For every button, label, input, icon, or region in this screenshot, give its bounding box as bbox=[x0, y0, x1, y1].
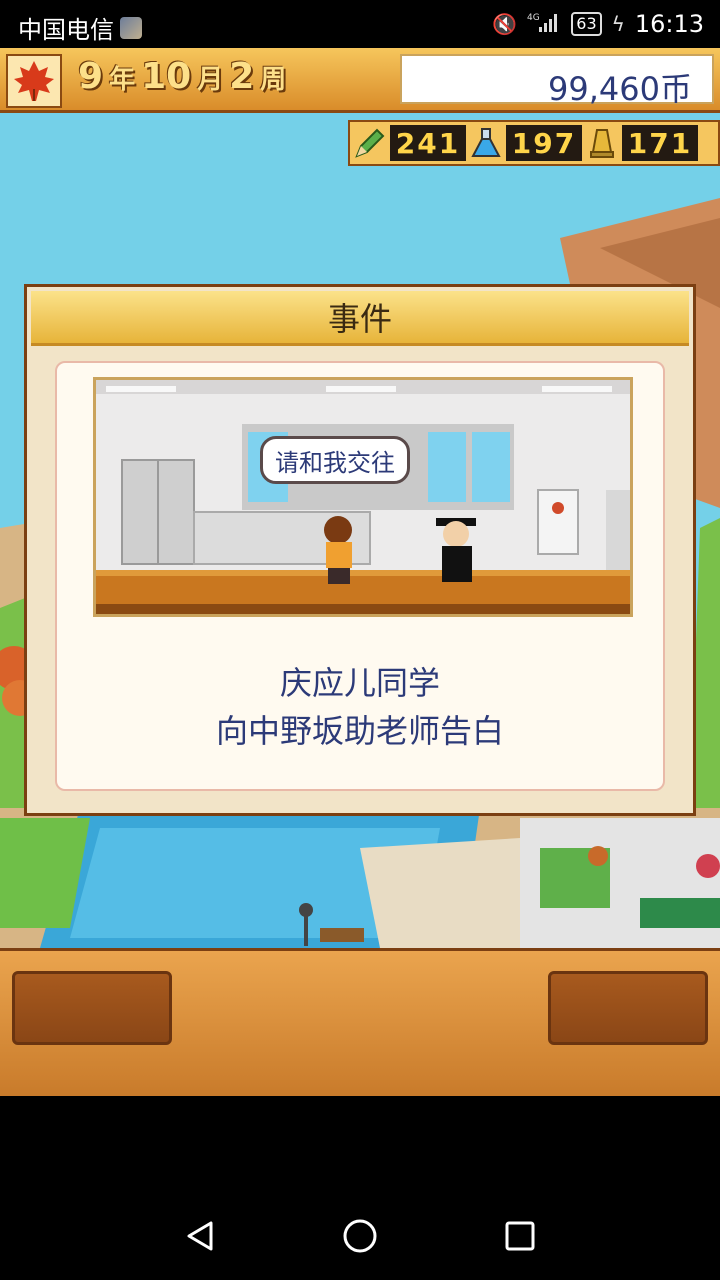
right-action-button[interactable] bbox=[548, 971, 708, 1045]
left-action-button[interactable] bbox=[12, 971, 172, 1045]
signal-icon: 4G bbox=[527, 11, 561, 38]
month-number: 10 bbox=[141, 56, 192, 97]
speech-bubble: 请和我交往 bbox=[260, 436, 410, 484]
clock: 16:13 bbox=[634, 10, 704, 38]
command-panel bbox=[0, 948, 720, 1096]
event-line-1: 庆应儿同学 bbox=[279, 664, 440, 702]
resource-trophy[interactable]: 171 bbox=[582, 122, 698, 164]
status-bar: 中国电信 🔇 4G 63 ϟ 16:13 bbox=[0, 0, 720, 48]
mute-icon: 🔇 bbox=[492, 12, 518, 36]
network-type-label: 4G bbox=[527, 13, 540, 23]
week-unit: 周 bbox=[260, 65, 287, 95]
navigation-bar bbox=[0, 1096, 720, 1280]
maple-leaf-icon bbox=[14, 61, 54, 101]
week-number: 2 bbox=[229, 56, 255, 97]
carrier-label: 中国电信 bbox=[18, 16, 114, 44]
pencil-value: 241 bbox=[390, 125, 466, 161]
month-unit: 月 bbox=[197, 65, 224, 95]
resource-flask[interactable]: 197 bbox=[466, 122, 582, 164]
dialog-title: 事件 bbox=[327, 300, 392, 338]
trophy-icon bbox=[582, 122, 622, 164]
date-display: 9 年 10 月 2 周 bbox=[78, 56, 286, 97]
home-button[interactable] bbox=[330, 1206, 390, 1266]
resource-bar: 241 197 171 bbox=[348, 120, 720, 166]
recents-square-icon bbox=[505, 1221, 535, 1251]
dialog-header: 事件 bbox=[31, 291, 689, 346]
charging-icon: ϟ bbox=[611, 12, 625, 36]
back-button[interactable] bbox=[170, 1206, 230, 1266]
flask-icon bbox=[466, 122, 506, 164]
battery-level: 63 bbox=[576, 14, 597, 33]
home-circle-icon bbox=[343, 1219, 377, 1253]
status-left: 中国电信 bbox=[18, 10, 142, 45]
event-line-2: 向中野坂助老师告白 bbox=[215, 712, 504, 750]
app-thumbnail-icon bbox=[120, 16, 142, 39]
back-triangle-icon bbox=[187, 1221, 213, 1251]
season-badge[interactable] bbox=[6, 54, 62, 108]
event-dialog[interactable]: 事件 请和我交往 庆应儿同学 向中野坂助老师告白 bbox=[24, 284, 696, 816]
event-scene-image: 请和我交往 bbox=[93, 377, 633, 617]
status-right: 🔇 4G 63 ϟ 16:13 bbox=[492, 10, 704, 38]
recents-button[interactable] bbox=[490, 1206, 550, 1266]
trophy-value: 171 bbox=[622, 125, 698, 161]
event-description: 庆应儿同学 向中野坂助老师告白 bbox=[57, 659, 663, 755]
game-view: 9 年 10 月 2 周 99,460币 241 197 171 事件 请和我交… bbox=[0, 48, 720, 1096]
resource-pencil[interactable]: 241 bbox=[350, 122, 466, 164]
classroom-scene bbox=[96, 380, 630, 614]
money-value: 99,460币 bbox=[548, 70, 692, 108]
dialog-body: 请和我交往 庆应儿同学 向中野坂助老师告白 bbox=[55, 361, 665, 791]
year-unit: 年 bbox=[109, 65, 136, 95]
top-hud: 9 年 10 月 2 周 99,460币 bbox=[0, 48, 720, 113]
flask-value: 197 bbox=[506, 125, 582, 161]
pencil-icon bbox=[350, 122, 390, 164]
battery-icon: 63 bbox=[571, 12, 602, 36]
year-number: 9 bbox=[78, 56, 104, 97]
money-display: 99,460币 bbox=[400, 54, 714, 108]
